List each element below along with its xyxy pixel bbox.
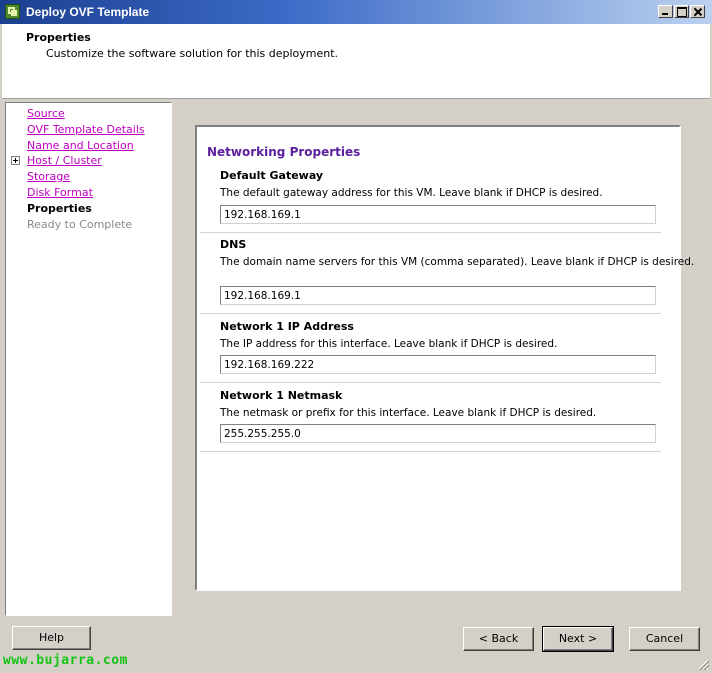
dns-field[interactable]: [220, 286, 656, 305]
nav-step-properties: Properties: [27, 202, 92, 215]
maximize-button[interactable]: [674, 5, 689, 18]
nav-step-disk-format[interactable]: Disk Format: [27, 186, 93, 199]
separator: [200, 313, 661, 314]
prop-label-network1-netmask: Network 1 Netmask: [220, 389, 343, 402]
separator: [200, 232, 661, 233]
help-button[interactable]: Help: [12, 626, 91, 650]
nav-step-host-cluster[interactable]: Host / Cluster: [27, 154, 102, 167]
window-title: Deploy OVF Template: [26, 5, 150, 19]
header-subtitle: Customize the software solution for this…: [46, 47, 339, 60]
prop-label-default-gateway: Default Gateway: [220, 169, 324, 182]
section-heading: Networking Properties: [207, 145, 361, 159]
prop-desc-default-gateway: The default gateway address for this VM.…: [220, 187, 603, 199]
nav-step-ready-to-complete: Ready to Complete: [27, 218, 133, 231]
next-button[interactable]: Next >: [542, 626, 614, 652]
nav-step-ovf-template-details[interactable]: OVF Template Details: [27, 123, 145, 136]
prop-label-dns: DNS: [220, 238, 247, 251]
close-button[interactable]: [690, 5, 705, 18]
nav-step-name-and-location[interactable]: Name and Location: [27, 139, 134, 152]
expand-plus-icon[interactable]: [11, 156, 20, 165]
separator: [200, 451, 661, 452]
network1-ip-field[interactable]: [220, 355, 656, 374]
default-gateway-field[interactable]: [220, 205, 656, 224]
cancel-button[interactable]: Cancel: [629, 627, 700, 651]
resize-grip-icon[interactable]: [697, 658, 709, 670]
separator: [200, 382, 661, 383]
wizard-steps-nav: Source OVF Template Details Name and Loc…: [5, 102, 172, 616]
deploy-ovf-window: Deploy OVF Template Properties Customize…: [0, 0, 712, 673]
nav-step-storage[interactable]: Storage: [27, 170, 70, 183]
prop-label-network1-ip: Network 1 IP Address: [220, 320, 354, 333]
properties-panel: Networking Properties Default Gateway Th…: [195, 125, 694, 591]
prop-desc-network1-ip: The IP address for this interface. Leave…: [220, 338, 558, 350]
nav-step-source[interactable]: Source: [27, 107, 65, 120]
network1-netmask-field[interactable]: [220, 424, 656, 443]
wizard-header: Properties Customize the software soluti…: [2, 24, 710, 99]
prop-desc-network1-netmask: The netmask or prefix for this interface…: [220, 407, 597, 419]
minimize-button[interactable]: [658, 5, 673, 18]
back-button[interactable]: < Back: [463, 627, 534, 651]
title-bar[interactable]: Deploy OVF Template: [0, 0, 712, 24]
watermark: www.bujarra.com: [3, 653, 128, 668]
header-title: Properties: [26, 31, 91, 44]
prop-desc-dns: The domain name servers for this VM (com…: [220, 256, 695, 268]
vsphere-app-icon: [5, 4, 20, 19]
